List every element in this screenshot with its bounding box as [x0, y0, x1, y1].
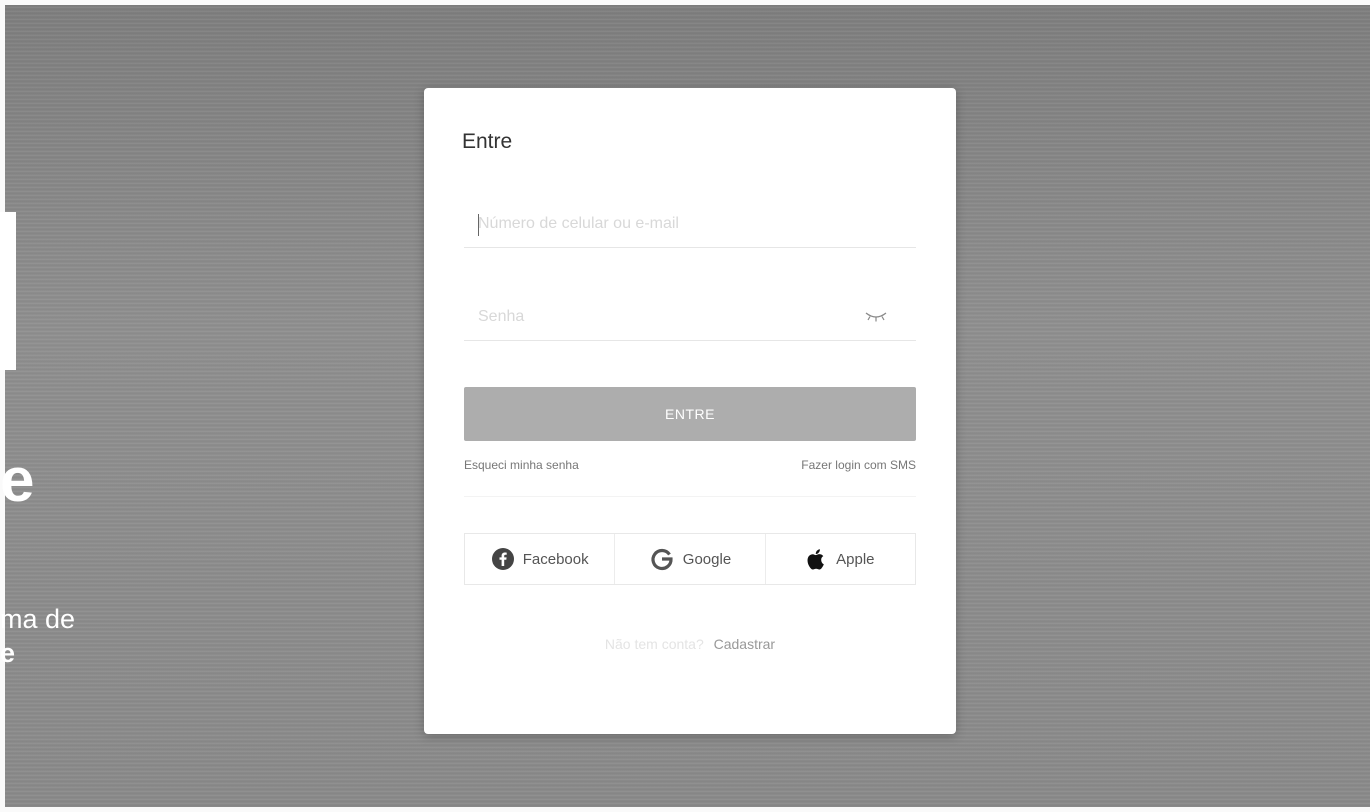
text-caret: [478, 214, 479, 236]
hero-heading-fragment: e: [0, 446, 35, 515]
google-icon: [649, 546, 675, 572]
facebook-login-button[interactable]: Facebook: [465, 534, 616, 584]
signup-link[interactable]: Cadastrar: [714, 636, 775, 652]
apple-login-button[interactable]: Apple: [766, 534, 915, 584]
eye-closed-icon[interactable]: [864, 310, 888, 324]
facebook-icon: [491, 547, 515, 571]
frame-bottom: [0, 807, 1370, 812]
modal-title: Entre: [462, 130, 513, 153]
hero-subtitle-line1: ma de: [0, 604, 76, 634]
hero-image-fragment: [0, 212, 16, 370]
username-input[interactable]: [464, 200, 916, 248]
divider: [464, 496, 916, 497]
signup-prompt: Não tem conta?: [604, 636, 704, 652]
password-input[interactable]: [464, 293, 916, 341]
social-login-group: Facebook Google Apple: [464, 533, 916, 585]
hero-subtitle-line2: e: [0, 638, 16, 668]
forgot-password-link[interactable]: Esqueci minha senha: [464, 458, 579, 472]
apple-icon: [806, 547, 828, 571]
signup-row: Não tem conta? Cadastrar: [424, 636, 956, 652]
frame-left: [0, 0, 5, 812]
facebook-label: Facebook: [522, 550, 589, 568]
apple-label: Apple: [836, 550, 875, 568]
google-login-button[interactable]: Google: [615, 534, 766, 584]
sms-login-link[interactable]: Fazer login com SMS: [801, 458, 916, 472]
login-submit-button[interactable]: ENTRE: [464, 387, 916, 441]
google-label: Google: [682, 550, 732, 568]
frame-top: [0, 0, 1370, 5]
login-modal: Entre ENTRE Esqueci minha senha Fazer lo…: [424, 88, 956, 734]
